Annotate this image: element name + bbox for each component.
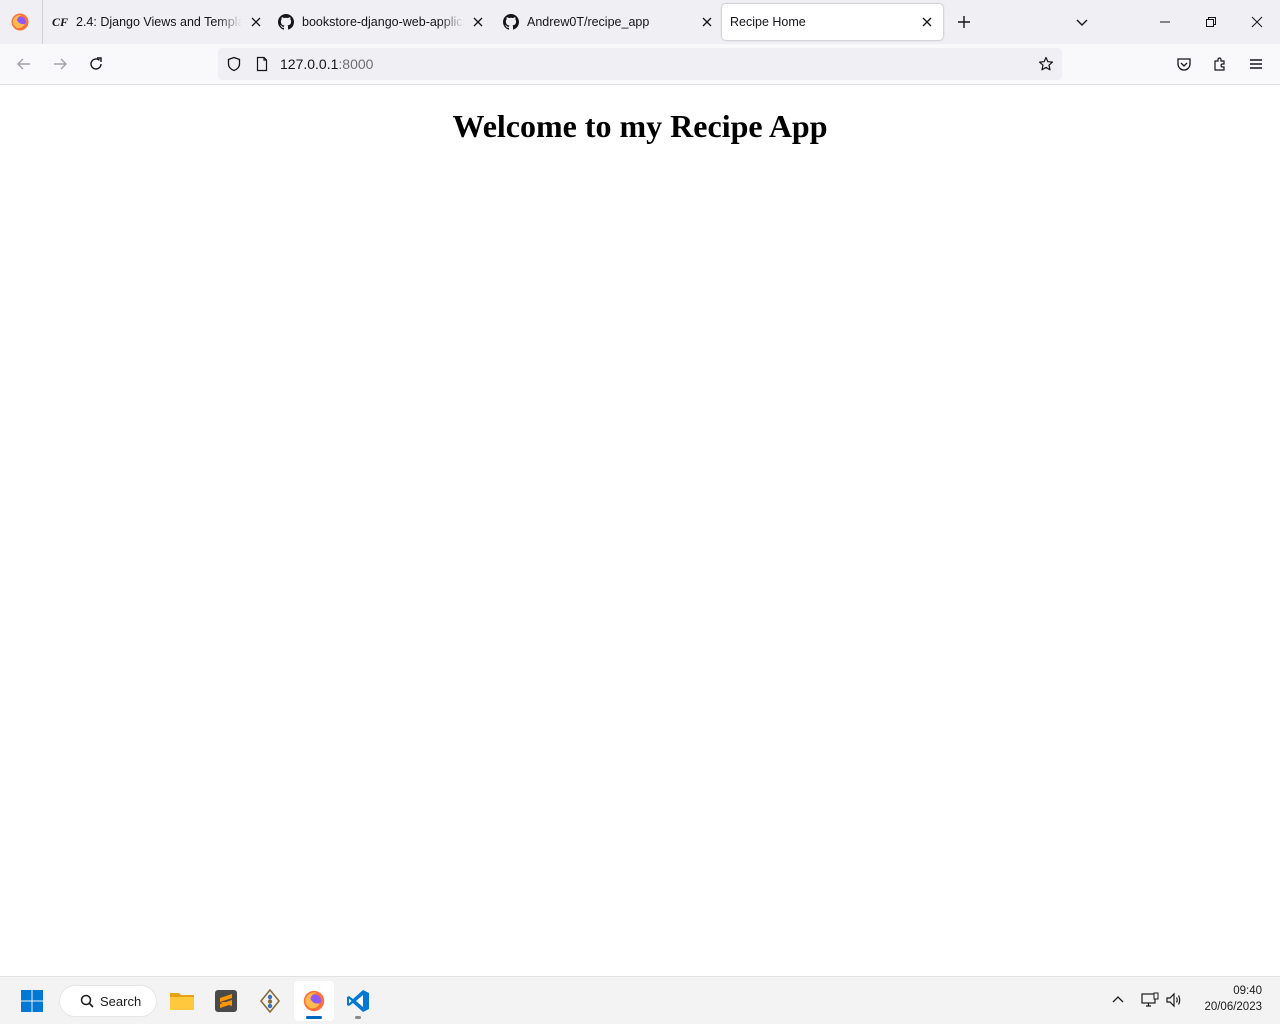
search-label: Search <box>100 993 142 1009</box>
start-button[interactable] <box>12 981 52 1021</box>
restore-icon <box>1206 17 1216 27</box>
tracking-protection-shield-icon[interactable] <box>226 56 242 72</box>
url-host: 127.0.0.1 <box>280 56 339 72</box>
network-status-button[interactable] <box>1139 989 1161 1011</box>
save-to-pocket-button[interactable] <box>1172 52 1196 76</box>
folder-icon <box>170 993 194 1010</box>
firefox-logo-icon[interactable] <box>10 12 30 32</box>
new-tab-button[interactable] <box>954 12 974 32</box>
github-icon <box>503 14 519 30</box>
speaker-icon <box>1166 992 1181 1008</box>
page-info-icon[interactable] <box>254 56 270 72</box>
taskbar-sublime-text[interactable] <box>206 981 246 1021</box>
close-tab-icon[interactable] <box>470 14 486 30</box>
close-tab-icon[interactable] <box>248 14 264 30</box>
taskbar-search[interactable]: Search <box>59 985 157 1017</box>
taskbar-app-diamond[interactable] <box>250 981 290 1021</box>
extensions-button[interactable] <box>1208 52 1232 76</box>
windows-taskbar: Search 09:40 20/06/2023 <box>0 976 1280 1024</box>
forward-button[interactable] <box>48 52 72 76</box>
navigation-toolbar: 127.0.0.1:8000 <box>0 44 1280 85</box>
firefox-icon <box>303 990 325 1012</box>
list-all-tabs-button[interactable] <box>1072 12 1092 32</box>
taskbar-firefox[interactable] <box>294 981 334 1021</box>
bookmark-star-icon[interactable] <box>1038 56 1054 72</box>
windows-logo-icon <box>21 990 43 1012</box>
arrow-right-icon <box>54 58 67 70</box>
close-icon <box>1251 16 1263 28</box>
vscode-icon <box>347 990 369 1012</box>
network-icon <box>1141 992 1159 1007</box>
running-app-indicator <box>355 1016 361 1019</box>
tab-title: Recipe Home <box>730 15 806 29</box>
tab-bookstore[interactable]: bookstore-django-web-applica <box>278 4 486 40</box>
tab-recipe-home[interactable]: Recipe Home <box>722 4 943 40</box>
browser-tab-strip: CF 2.4: Django Views and Template bookst… <box>0 0 1280 44</box>
reload-icon <box>90 57 102 70</box>
search-icon <box>80 994 94 1008</box>
puzzle-piece-icon <box>1214 57 1225 71</box>
github-icon <box>278 14 294 30</box>
url-port: :8000 <box>338 56 374 72</box>
clock-date: 20/06/2023 <box>1204 1001 1262 1013</box>
tab-title: bookstore-django-web-applica <box>302 15 464 29</box>
page-content: Welcome to my Recipe App <box>0 85 1280 976</box>
minimize-icon <box>1160 21 1170 23</box>
tab-separator <box>42 0 43 44</box>
close-tab-icon[interactable] <box>919 14 935 30</box>
close-tab-icon[interactable] <box>699 14 715 30</box>
chevron-down-icon <box>1076 19 1088 26</box>
hamburger-menu-icon <box>1250 59 1262 69</box>
tab-title: 2.4: Django Views and Template <box>76 15 242 29</box>
tab-django-views[interactable]: CF 2.4: Django Views and Template <box>52 4 264 40</box>
volume-button[interactable] <box>1163 989 1185 1011</box>
sublime-text-icon <box>215 990 237 1012</box>
application-menu-button[interactable] <box>1244 52 1268 76</box>
chevron-up-icon <box>1112 996 1124 1003</box>
address-bar[interactable]: 127.0.0.1:8000 <box>218 48 1062 80</box>
pocket-icon <box>1177 58 1191 71</box>
diamond-app-icon <box>259 989 281 1013</box>
taskbar-file-explorer[interactable] <box>162 981 202 1021</box>
clock-time: 09:40 <box>1233 985 1262 997</box>
page-heading: Welcome to my Recipe App <box>452 108 828 144</box>
url-text[interactable]: 127.0.0.1:8000 <box>280 56 373 72</box>
minimize-button[interactable] <box>1142 0 1188 44</box>
careerfoundry-icon: CF <box>52 14 69 29</box>
back-button[interactable] <box>12 52 36 76</box>
close-window-button[interactable] <box>1234 0 1280 44</box>
arrow-left-icon <box>17 58 30 70</box>
taskbar-vscode[interactable] <box>338 981 378 1021</box>
tab-title: Andrew0T/recipe_app <box>527 15 650 29</box>
reload-button[interactable] <box>84 52 108 76</box>
plus-icon <box>958 16 970 28</box>
tab-recipe-app-repo[interactable]: Andrew0T/recipe_app <box>503 4 715 40</box>
show-hidden-icons-button[interactable] <box>1107 989 1129 1011</box>
taskbar-clock[interactable]: 09:40 20/06/2023 <box>1204 983 1262 1015</box>
active-app-indicator <box>306 1016 322 1019</box>
restore-button[interactable] <box>1188 0 1234 44</box>
